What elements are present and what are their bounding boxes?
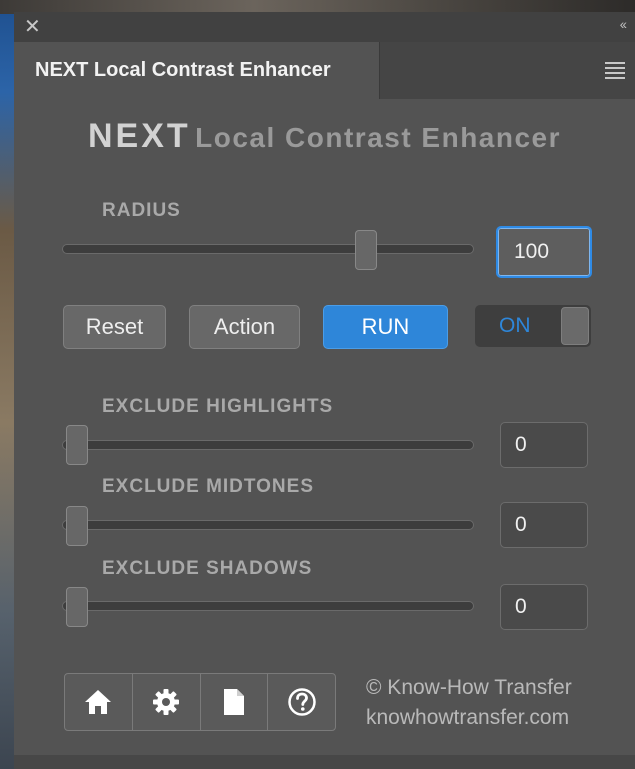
panel-bottom-edge — [14, 755, 635, 769]
action-button[interactable]: Action — [189, 305, 300, 349]
exclude-highlights-slider-thumb[interactable] — [66, 425, 88, 465]
close-icon[interactable]: ✕ — [24, 15, 41, 39]
panel-titlebar: ✕ ‹‹ — [14, 12, 635, 42]
radius-input[interactable]: 100 — [496, 226, 592, 278]
exclude-shadows-slider-thumb[interactable] — [66, 587, 88, 627]
website-link[interactable]: knowhowtransfer.com — [366, 703, 572, 733]
radius-slider-thumb[interactable] — [354, 230, 377, 270]
exclude-highlights-input[interactable]: 0 — [500, 422, 588, 468]
radius-slider-track[interactable] — [62, 244, 474, 254]
help-button[interactable] — [268, 674, 335, 730]
heading-next: NEXT — [87, 117, 191, 155]
reset-button[interactable]: Reset — [63, 305, 166, 349]
settings-button[interactable] — [133, 674, 201, 730]
exclude-midtones-label: EXCLUDE MIDTONES — [102, 476, 315, 497]
exclude-midtones-input[interactable]: 0 — [500, 502, 588, 548]
home-button[interactable] — [65, 674, 133, 730]
copyright-text: © Know-How Transfer — [366, 676, 572, 699]
home-icon — [85, 690, 112, 714]
exclude-shadows-slider-track[interactable] — [62, 601, 474, 611]
gear-icon — [153, 689, 180, 715]
run-button[interactable]: RUN — [323, 305, 448, 349]
on-off-toggle[interactable]: ON — [475, 305, 591, 347]
toggle-label: ON — [499, 314, 531, 337]
help-icon — [287, 688, 316, 716]
exclude-midtones-slider-thumb[interactable] — [66, 506, 88, 546]
tab-local-contrast-enhancer[interactable]: NEXT Local Contrast Enhancer — [14, 42, 380, 99]
collapse-icon[interactable]: ‹‹ — [620, 16, 627, 32]
footer-icon-bar — [64, 673, 336, 731]
document-icon — [223, 689, 244, 715]
document-button[interactable] — [201, 674, 269, 730]
exclude-shadows-label: EXCLUDE SHADOWS — [102, 558, 313, 579]
panel-menu-icon[interactable] — [605, 62, 625, 82]
toggle-knob[interactable] — [561, 307, 589, 345]
radius-label: RADIUS — [102, 200, 181, 221]
heading-title: Local Contrast Enhancer — [195, 122, 562, 153]
panel-heading: NEXT Local Contrast Enhancer — [14, 117, 635, 156]
credits: © Know-How Transfer knowhowtransfer.com — [366, 673, 572, 733]
exclude-highlights-label: EXCLUDE HIGHLIGHTS — [102, 396, 334, 417]
tab-bar: NEXT Local Contrast Enhancer — [14, 42, 635, 99]
exclude-shadows-input[interactable]: 0 — [500, 584, 588, 630]
exclude-midtones-slider-track[interactable] — [62, 520, 474, 530]
plugin-panel: ✕ ‹‹ NEXT Local Contrast Enhancer NEXT L… — [14, 12, 635, 769]
exclude-highlights-slider-track[interactable] — [62, 440, 474, 450]
